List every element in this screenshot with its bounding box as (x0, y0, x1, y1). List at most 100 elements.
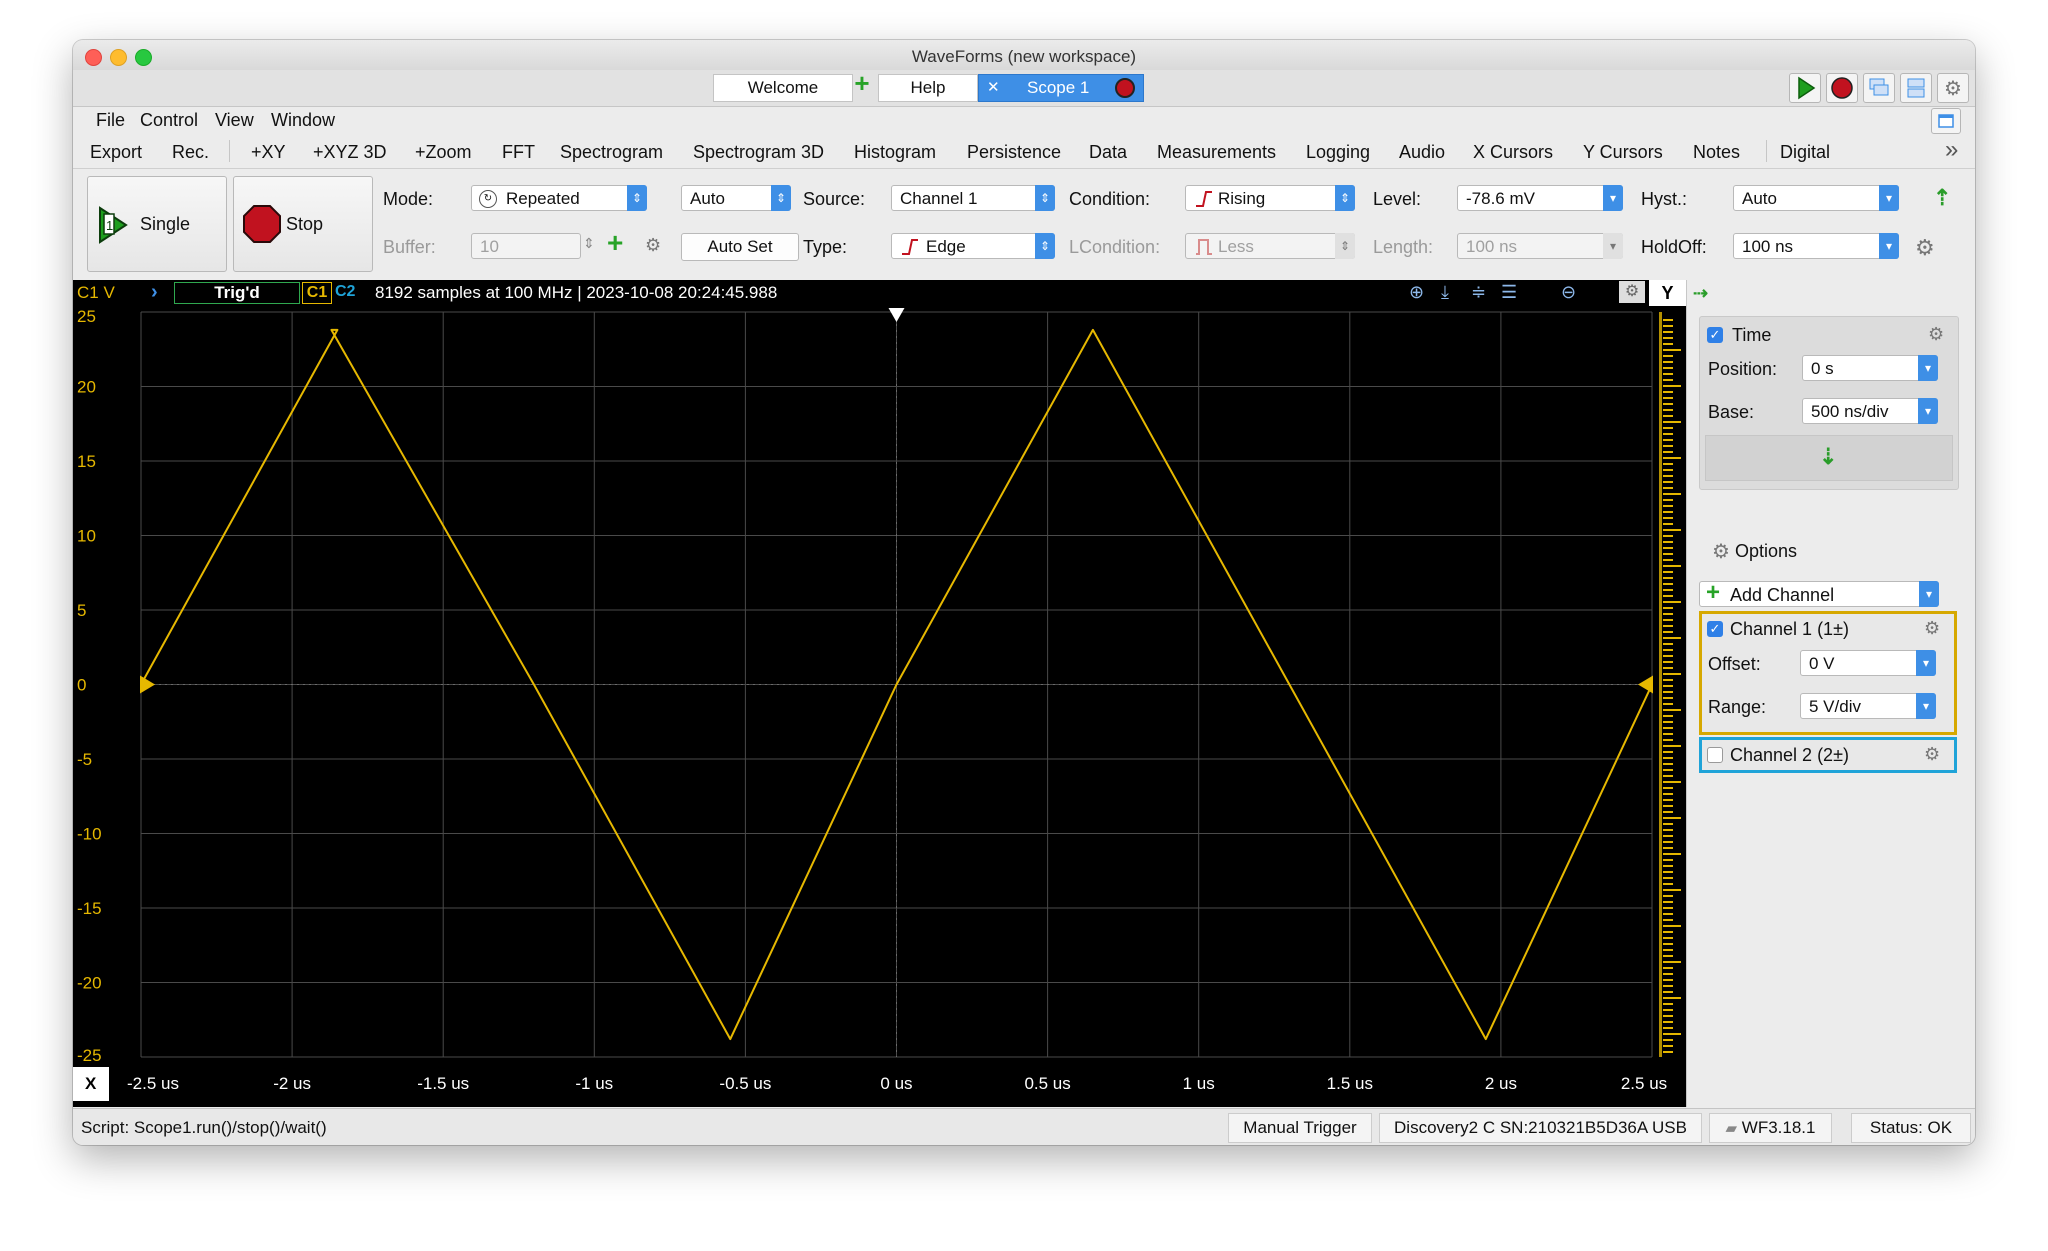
single-button[interactable]: 1 Single (87, 176, 227, 272)
more-tools-icon[interactable]: » (1945, 136, 1958, 164)
level-input[interactable]: -78.6 mV ▾ (1457, 185, 1623, 211)
tool-digital[interactable]: Digital (1780, 142, 1830, 163)
menu-window[interactable]: Window (271, 110, 335, 131)
tool-export[interactable]: Export (90, 142, 142, 163)
dock-button[interactable] (1931, 108, 1961, 134)
channel2-gear-icon[interactable]: ⚙ (1924, 744, 1940, 765)
time-checkbox[interactable]: ✓ (1707, 327, 1723, 343)
channel1-gear-icon[interactable]: ⚙ (1924, 618, 1940, 639)
base-label: Base: (1708, 402, 1755, 422)
menu-control[interactable]: Control (140, 110, 198, 131)
tool-persistence[interactable]: Persistence (967, 142, 1061, 163)
tool-spectrogram3d[interactable]: Spectrogram 3D (693, 142, 824, 163)
menu-file[interactable]: File (96, 110, 125, 131)
trigger-gear-icon[interactable]: ⚙ (1915, 235, 1935, 261)
connection-status[interactable]: Status: OK (1851, 1113, 1971, 1143)
channel1-checkbox[interactable]: ✓ (1707, 621, 1723, 637)
device-icon: ▰ (1725, 1120, 1738, 1137)
add-channel-select[interactable]: + Add Channel ▾ (1699, 580, 1939, 607)
base-input[interactable]: 500 ns/div ▾ (1802, 398, 1938, 424)
tile-windows-button[interactable] (1900, 73, 1932, 103)
buffer-input[interactable]: 10 (471, 233, 581, 259)
y-tick-label: -20 (77, 974, 102, 993)
y-tick-label: 0 (77, 676, 86, 695)
tab-help[interactable]: Help (878, 74, 978, 102)
waveform-chart[interactable]: 25 20 15 10 5 0 -5 -10 -15 -20 -25 X -2.5 us -2 us -1.… (73, 306, 1686, 1107)
gear-icon: ⚙ (1944, 78, 1962, 100)
condition-select[interactable]: Rising ⇕ (1185, 185, 1355, 211)
pulse-icon (1196, 239, 1212, 255)
add-tab-icon[interactable]: + (851, 70, 873, 96)
mode-select[interactable]: ↻ Repeated ⇕ (471, 185, 647, 211)
buffer-stepper-icon[interactable]: ⇕ (583, 235, 595, 252)
plot-gear-icon[interactable]: ⚙ (1619, 281, 1645, 303)
time-apply-button[interactable]: ⇣ (1705, 435, 1953, 481)
version-status[interactable]: ▰ WF3.18.1 (1709, 1113, 1832, 1143)
c2-badge[interactable]: C2 (335, 283, 355, 301)
holdoff-input[interactable]: 100 ns ▾ (1733, 233, 1899, 259)
c1-badge[interactable]: C1 (302, 282, 332, 304)
auto-set-button[interactable]: Auto Set (681, 233, 799, 261)
tool-rec[interactable]: Rec. (172, 142, 209, 163)
arrow-up-icon[interactable]: ⇡ (1933, 185, 1951, 211)
buffer-gear-icon[interactable]: ⚙ (645, 235, 661, 256)
add-buffer-icon[interactable]: + (607, 227, 623, 259)
options-gear-icon[interactable]: ⚙ (1712, 539, 1730, 564)
y-axis-toggle[interactable]: Y (1649, 280, 1686, 306)
tool-notes[interactable]: Notes (1693, 142, 1740, 163)
type-dropdown-icon: ⇕ (1035, 233, 1055, 259)
trigger-mode-value: Auto (690, 189, 725, 208)
source-select[interactable]: Channel 1 ⇕ (891, 185, 1055, 211)
tab-scope[interactable]: ✕ Scope 1 (978, 74, 1144, 102)
menu-view[interactable]: View (215, 110, 254, 131)
holdoff-value: 100 ns (1742, 237, 1794, 256)
tool-audio[interactable]: Audio (1399, 142, 1445, 163)
buffer-value: 10 (480, 237, 499, 256)
stop-button[interactable]: Stop (233, 176, 373, 272)
zoom-out-icon[interactable]: ⊖ (1561, 282, 1576, 303)
zoom-in-icon[interactable]: ⊕ (1409, 282, 1424, 303)
tool-xy[interactable]: +XY (251, 142, 286, 163)
lcondition-select[interactable]: Less ⇕ (1185, 233, 1355, 259)
channel2-checkbox[interactable] (1707, 747, 1723, 763)
buffer-label: Buffer: (383, 237, 436, 257)
y-tick-label: 25 (77, 307, 96, 326)
length-value: 100 ns (1466, 237, 1518, 256)
hyst-input[interactable]: Auto ▾ (1733, 185, 1899, 211)
length-input[interactable]: 100 ns ▾ (1457, 233, 1623, 259)
trigger-mode-select[interactable]: Auto ⇕ (681, 185, 791, 211)
zoom-range-icon[interactable]: ≑ (1471, 282, 1486, 303)
offset-input[interactable]: 0 V ▾ (1800, 650, 1936, 676)
cascade-windows-button[interactable] (1863, 73, 1895, 103)
tool-histogram[interactable]: Histogram (854, 142, 936, 163)
range-input[interactable]: 5 V/div ▾ (1800, 693, 1936, 719)
arrow-down-icon: ⇣ (1819, 444, 1838, 469)
tool-measurements[interactable]: Measurements (1157, 142, 1276, 163)
chevron-right-icon[interactable]: › (151, 281, 158, 304)
trigger-status-badge: Trig'd (174, 282, 300, 304)
tool-x-cursors[interactable]: X Cursors (1473, 142, 1553, 163)
device-status[interactable]: Discovery2 C SN:210321B5D36A USB (1379, 1113, 1702, 1143)
position-input[interactable]: 0 s ▾ (1802, 355, 1938, 381)
zoom-to-bottom-icon[interactable]: ⤓ (1441, 282, 1449, 303)
tool-spectrogram[interactable]: Spectrogram (560, 142, 663, 163)
tool-fft[interactable]: FFT (502, 142, 535, 163)
plot-header: C1 V › Trig'd C1 C2 8192 samples at 100 … (73, 280, 1686, 306)
tool-y-cursors[interactable]: Y Cursors (1583, 142, 1663, 163)
options-label[interactable]: Options (1735, 541, 1797, 562)
manual-trigger-button[interactable]: Manual Trigger (1228, 1113, 1372, 1143)
time-gear-icon[interactable]: ⚙ (1928, 324, 1944, 345)
scope-plot[interactable]: 25 20 15 10 5 0 -5 -10 -15 -20 -25 X -2.5 us -2 us -1.… (73, 306, 1686, 1107)
type-select[interactable]: Edge ⇕ (891, 233, 1055, 259)
tool-data[interactable]: Data (1089, 142, 1127, 163)
tab-welcome[interactable]: Welcome (713, 74, 853, 102)
stop-all-button[interactable] (1826, 73, 1858, 103)
arrow-right-icon[interactable]: ⇢ (1693, 283, 1708, 304)
run-button[interactable] (1789, 73, 1821, 103)
tool-zoom[interactable]: +Zoom (415, 142, 472, 163)
tool-xyz3d[interactable]: +XYZ 3D (313, 142, 387, 163)
settings-button[interactable]: ⚙ (1937, 73, 1969, 103)
zoom-lines-icon[interactable]: ☰ (1501, 282, 1517, 303)
tool-logging[interactable]: Logging (1306, 142, 1370, 163)
close-tab-icon[interactable]: ✕ (987, 75, 1000, 101)
